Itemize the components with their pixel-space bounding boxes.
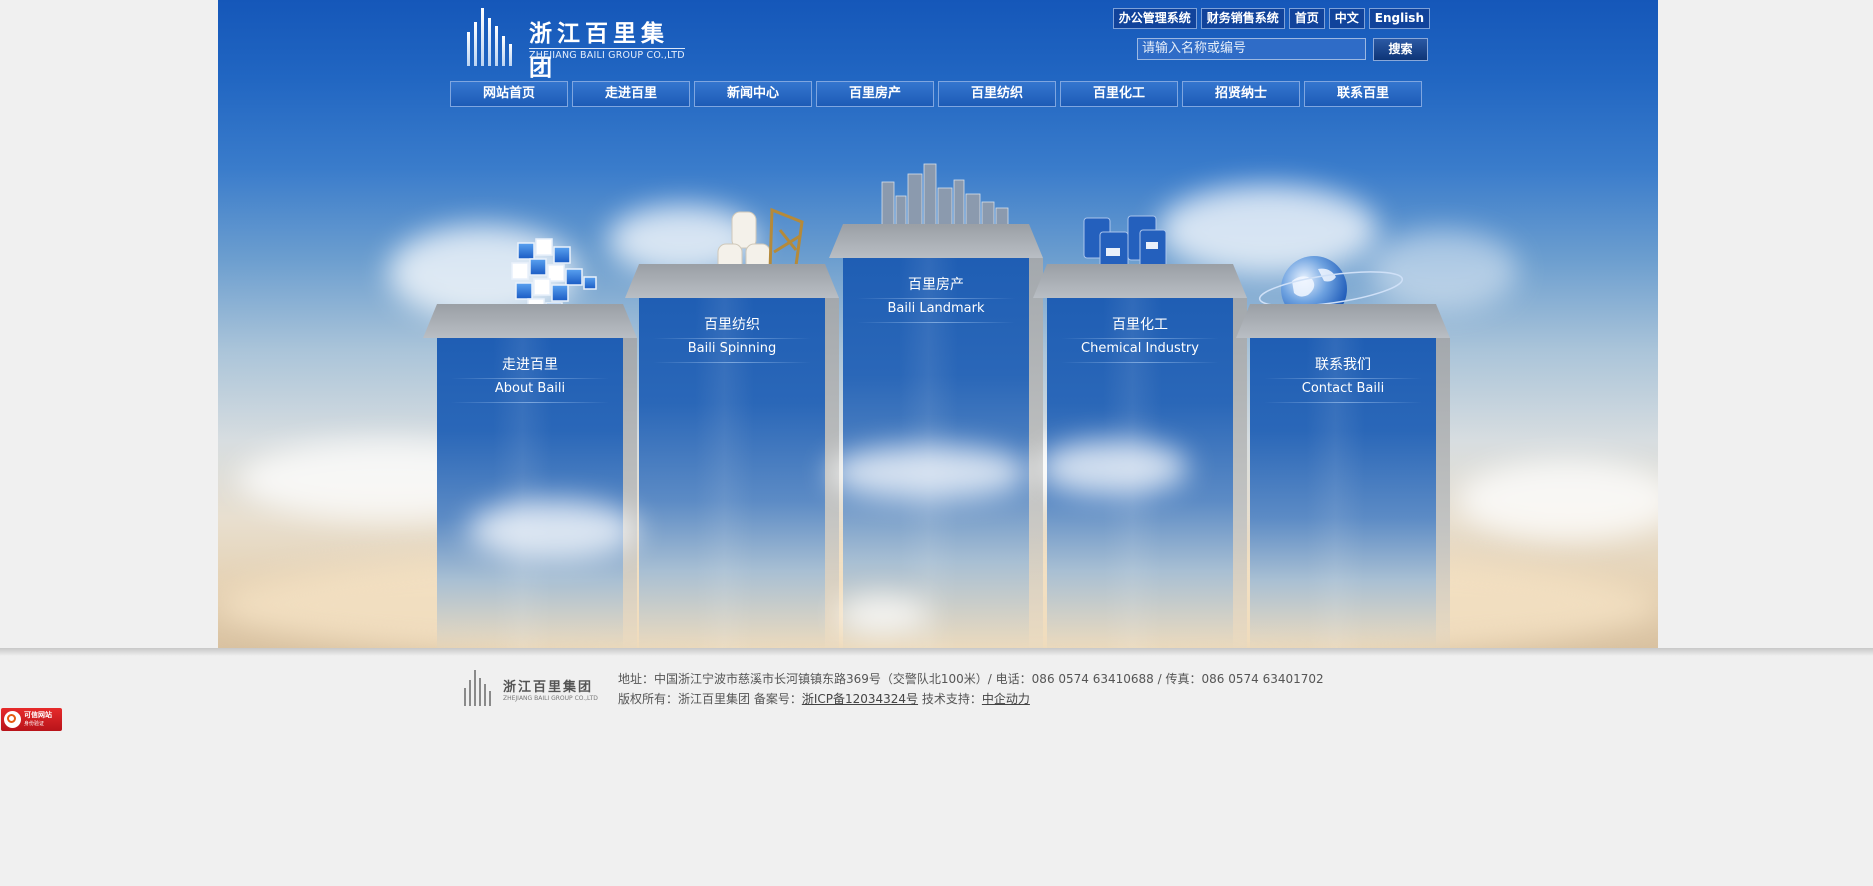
nav-contact[interactable]: 联系百里 — [1304, 81, 1422, 107]
tech-support-link[interactable]: 中企动力 — [982, 692, 1030, 706]
divider — [857, 298, 1015, 299]
nav-chemical[interactable]: 百里化工 — [1060, 81, 1178, 107]
pillar-top — [1236, 304, 1450, 338]
pillar-side — [1233, 298, 1247, 648]
pillar-title-en: Baili Landmark — [887, 301, 985, 316]
badge-line2: 身份验证 — [24, 721, 45, 727]
hero-banner: 浙江百里集团 ZHEJIANG BAILI GROUP CO.,LTD 办公管理… — [218, 0, 1658, 648]
chinese-link[interactable]: 中文 — [1328, 8, 1365, 29]
top-links: 办公管理系统 财务销售系统 首页 中文 English — [1112, 8, 1430, 29]
pillar-top — [625, 264, 839, 298]
logo-bars-icon — [465, 8, 517, 66]
search-input[interactable]: 请输入名称或编号 — [1137, 38, 1366, 60]
cloud-decoration — [1458, 460, 1658, 540]
pillar-title-en: Contact Baili — [1301, 381, 1385, 396]
pillar-contact[interactable]: 联系我们 Contact Baili — [1250, 338, 1450, 648]
divider — [1264, 378, 1422, 379]
icp-link[interactable]: 浙ICP备12034324号 — [802, 692, 918, 706]
office-system-link[interactable]: 办公管理系统 — [1112, 8, 1197, 29]
nav-home[interactable]: 网站首页 — [450, 81, 568, 107]
cloud-decoration — [468, 500, 638, 560]
english-link[interactable]: English — [1368, 8, 1430, 29]
cloud-decoration — [1038, 440, 1188, 495]
pillar-title-cn: 走进百里 — [502, 357, 558, 373]
pillar-title-cn: 百里化工 — [1112, 317, 1168, 333]
footer-logo: 浙江百里集团 ZHEJIANG BAILI GROUP CO.,LTD — [463, 670, 598, 706]
nav-real-estate[interactable]: 百里房产 — [816, 81, 934, 107]
divider — [451, 378, 609, 379]
pillar-title-en: Baili Spinning — [687, 341, 777, 356]
footer-logo-text-cn: 浙江百里集团 — [503, 680, 594, 695]
footer-logo-text-en: ZHEJIANG BAILI GROUP CO.,LTD — [503, 695, 598, 702]
trusted-site-badge[interactable]: 可信网站 身份验证 — [1, 708, 62, 731]
pillar-title-cn: 联系我们 — [1315, 357, 1371, 373]
pillar-title-en: About Baili — [494, 381, 566, 396]
divider — [1264, 402, 1422, 403]
pillar-top — [423, 304, 637, 338]
home-link[interactable]: 首页 — [1288, 8, 1325, 29]
pillar-side — [623, 338, 637, 648]
pillar-title-cn: 百里纺织 — [704, 317, 760, 333]
main-nav: 网站首页 走进百里 新闻中心 百里房产 百里纺织 百里化工 招贤纳士 联系百里 — [450, 81, 1422, 107]
cloud-decoration — [838, 595, 928, 635]
cloud-decoration — [828, 445, 1028, 500]
pillar-side — [1029, 258, 1043, 648]
nav-spinning[interactable]: 百里纺织 — [938, 81, 1056, 107]
divider — [653, 338, 811, 339]
pillar-side — [1436, 338, 1450, 648]
divider — [857, 322, 1015, 323]
badge-ring-icon — [4, 711, 21, 728]
search-bar: 请输入名称或编号 搜索 — [1137, 37, 1647, 63]
logo-text-en: ZHEJIANG BAILI GROUP CO.,LTD — [529, 48, 685, 61]
footer-info: 地址：中国浙江宁波市慈溪市长河镇镇东路369号（交警队北100米）/ 电话：08… — [618, 669, 1324, 709]
divider — [653, 362, 811, 363]
footer-divider — [0, 648, 1873, 656]
pillar-title-cn: 百里房产 — [908, 277, 964, 293]
logo-bars-icon — [463, 670, 493, 706]
divider — [1061, 338, 1219, 339]
divider — [451, 402, 609, 403]
company-logo[interactable]: 浙江百里集团 ZHEJIANG BAILI GROUP CO.,LTD — [465, 8, 685, 81]
nav-about[interactable]: 走进百里 — [572, 81, 690, 107]
nav-recruitment[interactable]: 招贤纳士 — [1182, 81, 1300, 107]
copyright-text: 版权所有：浙江百里集团 备案号： — [618, 692, 802, 706]
tech-support-label: 技术支持： — [918, 692, 982, 706]
footer-copyright: 版权所有：浙江百里集团 备案号：浙ICP备12034324号 技术支持：中企动力 — [618, 689, 1324, 709]
pillar-about[interactable]: 走进百里 About Baili — [437, 338, 637, 648]
divider — [1061, 362, 1219, 363]
finance-system-link[interactable]: 财务销售系统 — [1200, 8, 1285, 29]
pillar-title-en: Chemical Industry — [1081, 341, 1199, 356]
pillar-top — [829, 224, 1043, 258]
search-button[interactable]: 搜索 — [1373, 38, 1428, 61]
pillar-spinning[interactable]: 百里纺织 Baili Spinning — [639, 298, 839, 648]
pillar-top — [1033, 264, 1247, 298]
badge-line1: 可信网站 — [24, 711, 52, 719]
footer-address: 地址：中国浙江宁波市慈溪市长河镇镇东路369号（交警队北100米）/ 电话：08… — [618, 672, 1324, 686]
nav-news[interactable]: 新闻中心 — [694, 81, 812, 107]
